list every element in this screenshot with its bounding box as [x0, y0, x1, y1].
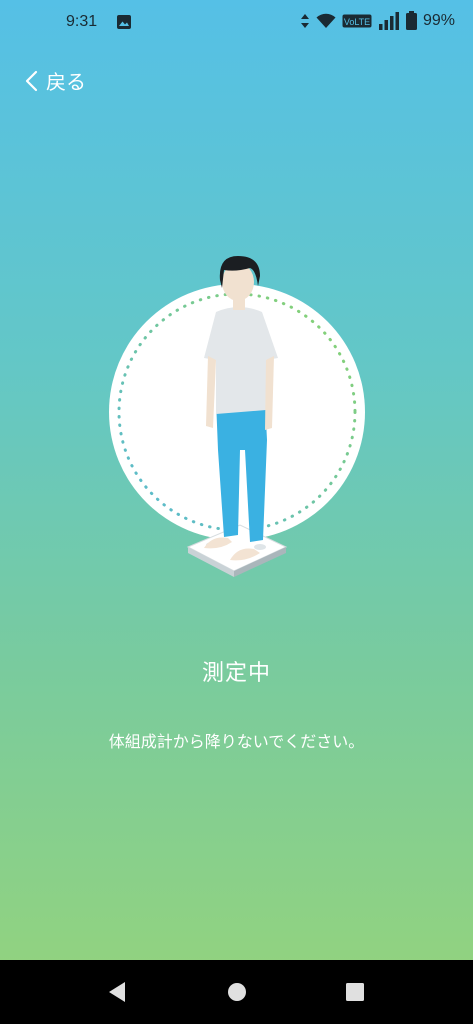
battery-percent: 99%: [422, 11, 455, 29]
recents-square-icon[interactable]: [344, 980, 366, 1004]
gallery-icon: [117, 15, 131, 29]
back-button[interactable]: 戻る: [24, 66, 86, 95]
home-circle-icon[interactable]: [226, 980, 248, 1004]
battery-icon: [405, 11, 417, 30]
data-arrows-icon: [300, 13, 309, 28]
wifi-icon: [316, 13, 336, 28]
status-time: 9:31: [66, 13, 98, 30]
measuring-person-illustration: [109, 256, 365, 577]
volte-icon: VoLTE: [342, 14, 372, 27]
status-bar: 9:31 VoLTE 99%: [0, 0, 473, 46]
status-icons: VoLTE 99%: [300, 11, 455, 30]
signal-icon: [378, 11, 399, 30]
chevron-left-icon: [25, 70, 38, 91]
back-label: 戻る: [46, 70, 86, 94]
back-triangle-icon[interactable]: [106, 980, 128, 1004]
system-nav-bar: [0, 960, 473, 1024]
page-title: 測定中: [201, 661, 271, 686]
instruction-message: 体組成計から降りないでください。: [108, 732, 365, 751]
svg-text:VoLTE: VoLTE: [344, 17, 370, 27]
